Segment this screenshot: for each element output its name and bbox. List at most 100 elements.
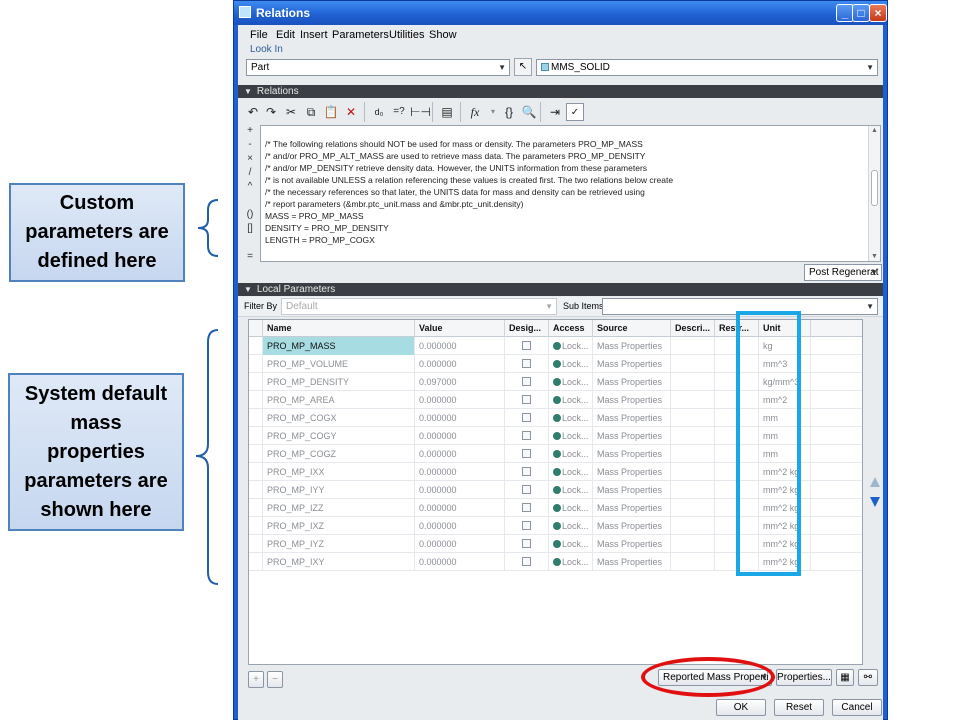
filter-by-select[interactable]: Default ▼ — [281, 298, 557, 315]
cell-value[interactable]: 0.000000 — [415, 391, 505, 409]
select-pointer-button[interactable]: ↖ — [514, 58, 532, 76]
designate-checkbox[interactable] — [522, 485, 531, 494]
cell-value[interactable]: 0.097000 — [415, 373, 505, 391]
menu-utilities[interactable]: Utilities — [389, 29, 424, 41]
properties-button[interactable]: Properties... — [776, 669, 832, 686]
brackets-operator[interactable]: [] — [242, 223, 258, 237]
cell-name[interactable]: PRO_MP_IYY — [263, 481, 415, 499]
switch-dims-icon[interactable]: d₀ — [370, 103, 388, 121]
divide-operator[interactable]: / — [242, 167, 258, 181]
relations-section-header[interactable]: ▼ Relations — [238, 85, 883, 98]
menu-insert[interactable]: Insert — [300, 29, 328, 41]
cell-value[interactable]: 0.000000 — [415, 355, 505, 373]
menu-parameters[interactable]: Parameters — [332, 29, 389, 41]
multiply-operator[interactable]: × — [242, 153, 258, 167]
cell-designate[interactable] — [505, 535, 549, 553]
cell-name[interactable]: PRO_MP_IXX — [263, 463, 415, 481]
move-down-icon[interactable] — [870, 497, 880, 507]
designate-checkbox[interactable] — [522, 521, 531, 530]
cell-designate[interactable] — [505, 373, 549, 391]
designate-checkbox[interactable] — [522, 557, 531, 566]
cell-name[interactable]: PRO_MP_IXY — [263, 553, 415, 571]
cell-value[interactable]: 0.000000 — [415, 463, 505, 481]
delete-icon[interactable]: ✕ — [342, 103, 360, 121]
scroll-up-icon[interactable]: ▲ — [871, 127, 878, 134]
menu-edit[interactable]: Edit — [276, 29, 295, 41]
column-header-value[interactable]: Value — [415, 320, 505, 337]
cell-designate[interactable] — [505, 409, 549, 427]
model-select[interactable]: MMS_SOLID ▼ — [536, 59, 878, 76]
redo-icon[interactable]: ↷ — [262, 103, 280, 121]
menu-file[interactable]: File — [250, 29, 268, 41]
cell-designate[interactable] — [505, 391, 549, 409]
remove-parameter-button[interactable]: − — [267, 671, 283, 688]
ok-button[interactable]: OK — [716, 699, 766, 716]
post-regen-select[interactable]: Post Regenerat ▼ — [804, 264, 882, 281]
designate-checkbox[interactable] — [522, 467, 531, 476]
evaluate-icon[interactable]: =? — [390, 103, 408, 121]
designate-checkbox[interactable] — [522, 341, 531, 350]
cell-value[interactable]: 0.000000 — [415, 445, 505, 463]
table-columns-icon[interactable]: ▦ — [836, 669, 854, 686]
paste-icon[interactable]: 📋 — [322, 103, 340, 121]
column-header-name[interactable]: Name — [263, 320, 415, 337]
cell-value[interactable]: 0.000000 — [415, 553, 505, 571]
cut-icon[interactable]: ✂ — [282, 103, 300, 121]
cell-value[interactable]: 0.000000 — [415, 535, 505, 553]
cell-designate[interactable] — [505, 427, 549, 445]
cell-designate[interactable] — [505, 337, 549, 355]
minus-operator[interactable]: - — [242, 139, 258, 153]
close-button[interactable]: × — [869, 4, 887, 22]
cell-name[interactable]: PRO_MP_IYZ — [263, 535, 415, 553]
cell-name[interactable]: PRO_MP_DENSITY — [263, 373, 415, 391]
menu-show[interactable]: Show — [429, 29, 457, 41]
undo-icon[interactable]: ↶ — [244, 103, 262, 121]
column-header-designate[interactable]: Desig... — [505, 320, 549, 337]
cell-value[interactable]: 0.000000 — [415, 427, 505, 445]
maximize-button[interactable]: □ — [852, 4, 870, 22]
brackets-icon[interactable]: {} — [500, 103, 518, 121]
designate-checkbox[interactable] — [522, 359, 531, 368]
cell-designate[interactable] — [505, 481, 549, 499]
plus-operator[interactable]: + — [242, 125, 258, 139]
cell-designate[interactable] — [505, 499, 549, 517]
cell-name[interactable]: PRO_MP_COGX — [263, 409, 415, 427]
scroll-down-icon[interactable]: ▼ — [871, 253, 878, 260]
cell-designate[interactable] — [505, 445, 549, 463]
designate-checkbox[interactable] — [522, 539, 531, 548]
cell-name[interactable]: PRO_MP_MASS — [263, 337, 415, 355]
relations-editor[interactable]: /* The following relations should NOT be… — [260, 125, 881, 262]
copy-icon[interactable]: ⧉ — [302, 103, 320, 121]
scroll-thumb[interactable] — [871, 170, 878, 206]
cancel-button[interactable]: Cancel — [832, 699, 882, 716]
column-header-access[interactable]: Access — [549, 320, 593, 337]
reset-button[interactable]: Reset — [774, 699, 824, 716]
designate-checkbox[interactable] — [522, 395, 531, 404]
cell-designate[interactable] — [505, 463, 549, 481]
designate-checkbox[interactable] — [522, 449, 531, 458]
cell-name[interactable]: PRO_MP_COGY — [263, 427, 415, 445]
cell-value[interactable]: 0.000000 — [415, 337, 505, 355]
column-header-description[interactable]: Descri... — [671, 320, 715, 337]
cell-value[interactable]: 0.000000 — [415, 409, 505, 427]
editor-scrollbar[interactable]: ▲ ▼ — [868, 126, 880, 261]
designate-checkbox[interactable] — [522, 431, 531, 440]
column-header-source[interactable]: Source — [593, 320, 671, 337]
designate-checkbox[interactable] — [522, 413, 531, 422]
cell-name[interactable]: PRO_MP_VOLUME — [263, 355, 415, 373]
cell-value[interactable]: 0.000000 — [415, 499, 505, 517]
sort-icon[interactable]: ▤ — [438, 103, 456, 121]
designate-checkbox[interactable] — [522, 503, 531, 512]
cell-designate[interactable] — [505, 553, 549, 571]
cell-name[interactable]: PRO_MP_IXZ — [263, 517, 415, 535]
local-params-section-header[interactable]: ▼ Local Parameters — [238, 283, 883, 296]
move-up-icon[interactable] — [870, 477, 880, 487]
function-icon[interactable]: fx — [466, 103, 484, 121]
cell-name[interactable]: PRO_MP_AREA — [263, 391, 415, 409]
binoculars-icon[interactable]: ⚯ — [858, 669, 878, 686]
measure-icon[interactable]: ⊢⊣ — [410, 103, 431, 121]
look-in-select[interactable]: Part ▼ — [246, 59, 510, 76]
cell-designate[interactable] — [505, 517, 549, 535]
search-icon[interactable]: 🔍 — [520, 103, 538, 121]
cell-designate[interactable] — [505, 355, 549, 373]
